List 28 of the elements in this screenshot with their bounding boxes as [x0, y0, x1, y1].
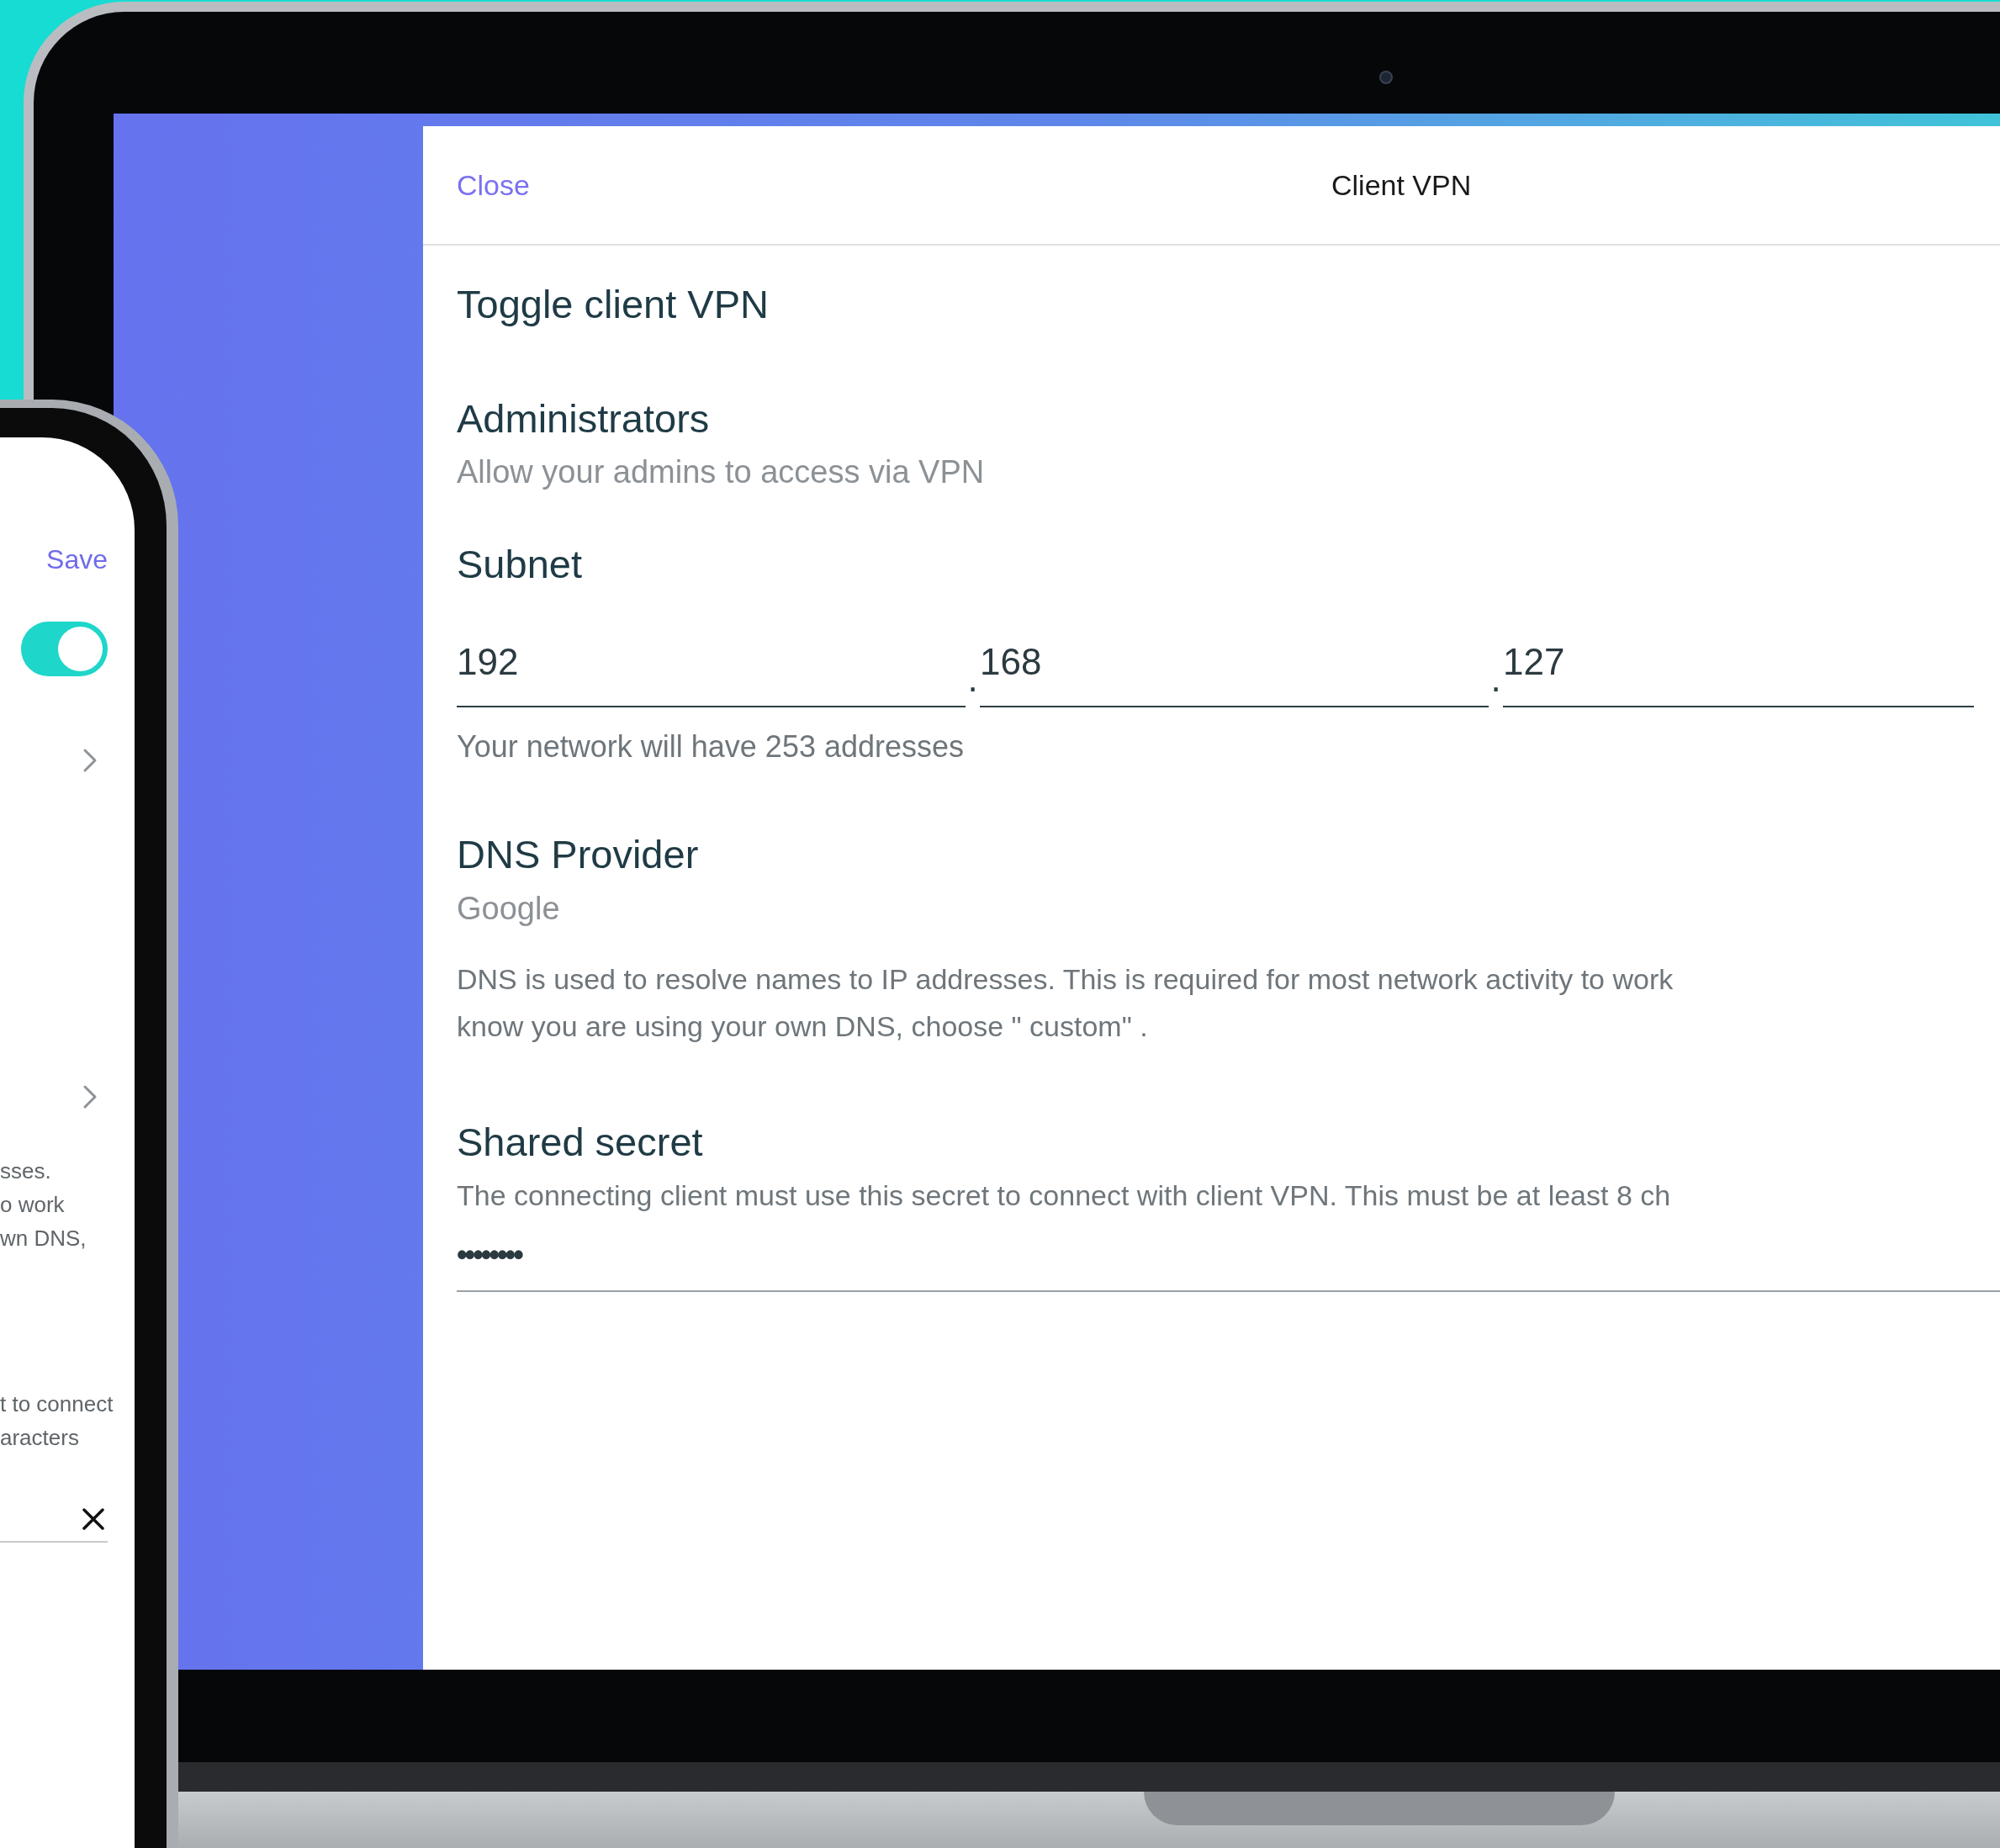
description-line: DNS is used to resolve names to IP addresses. This is required for most network activity to work — [457, 962, 1675, 997]
section-description: Allow your admins to access via VPN — [457, 453, 986, 491]
password-field[interactable]: •••••••• — [457, 1220, 2000, 1292]
subnet-hint: Your network will have 253 addresses — [457, 728, 966, 765]
chevron-right-icon — [82, 748, 98, 773]
octet-separator: . — [966, 657, 979, 701]
section-description: The connecting client must use this secret to connect with client VPN. This must be at least 8 ch — [457, 1178, 1672, 1213]
close-icon[interactable] — [82, 1507, 104, 1530]
camera-icon — [1379, 71, 1393, 84]
description-line: know you are using your own DNS, choose " custom" . — [457, 1009, 1149, 1044]
save-link[interactable]: Save — [46, 543, 108, 575]
section-heading: Subnet — [457, 541, 583, 588]
subnet-field[interactable]: 168 — [980, 637, 1489, 707]
text-line: sses. — [0, 1157, 52, 1185]
text-line: aracters — [0, 1424, 80, 1452]
subnet-field[interactable]: 192 — [457, 637, 966, 707]
chevron-right-icon — [82, 1084, 98, 1109]
text-line: o work — [0, 1191, 66, 1219]
text-line: wn DNS, — [0, 1225, 87, 1252]
section-heading: Shared secret — [457, 1119, 704, 1166]
section-heading: Toggle client VPN — [457, 281, 770, 328]
octet-separator: . — [1489, 657, 1502, 701]
panel-title: Client VPN — [1331, 167, 1472, 203]
close-link[interactable]: Close — [457, 163, 530, 207]
text-line: t to connect — [0, 1390, 114, 1418]
subnet-field[interactable]: 127 — [1503, 637, 1974, 707]
section-heading: DNS Provider — [457, 831, 700, 878]
section-heading: Administrators — [457, 395, 711, 442]
